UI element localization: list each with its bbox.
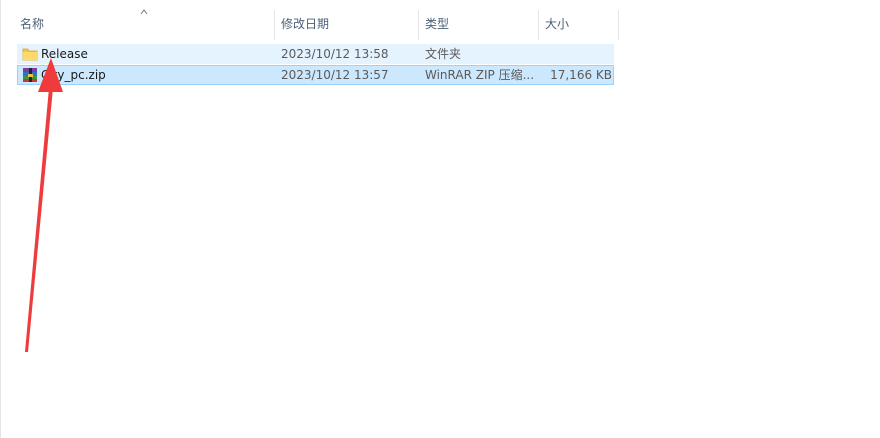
- column-header-size[interactable]: 大小: [539, 10, 618, 40]
- winrar-archive-icon: [23, 68, 37, 82]
- file-modified: 2023/10/12 13:58: [281, 47, 389, 61]
- file-explorer-window: 名称 修改日期 类型 大小 Release 2023/10/12 13:58 文…: [0, 0, 880, 438]
- file-type: WinRAR ZIP 压缩...: [425, 68, 535, 82]
- column-header-name[interactable]: 名称: [14, 10, 273, 40]
- column-header-name-label: 名称: [20, 17, 45, 31]
- file-size: 17,166 KB: [550, 68, 612, 82]
- file-type: 文件夹: [425, 47, 462, 61]
- column-header-size-label: 大小: [545, 17, 570, 31]
- file-row-city-pc-zip[interactable]: City_pc.zip 2023/10/12 13:57 WinRAR ZIP …: [17, 65, 614, 85]
- file-size: [545, 45, 612, 63]
- folder-icon: [22, 48, 38, 61]
- file-name[interactable]: City_pc.zip: [41, 66, 271, 84]
- column-header-type-label: 类型: [425, 17, 450, 31]
- file-row-release[interactable]: Release 2023/10/12 13:58 文件夹: [17, 44, 614, 64]
- column-divider[interactable]: [618, 10, 619, 40]
- column-header-bar: 名称 修改日期 类型 大小: [1, 0, 880, 40]
- file-modified: 2023/10/12 13:57: [281, 68, 389, 82]
- column-header-modified[interactable]: 修改日期: [275, 10, 418, 40]
- column-header-type[interactable]: 类型: [419, 10, 538, 40]
- file-name[interactable]: Release: [41, 45, 271, 63]
- column-header-modified-label: 修改日期: [281, 17, 330, 31]
